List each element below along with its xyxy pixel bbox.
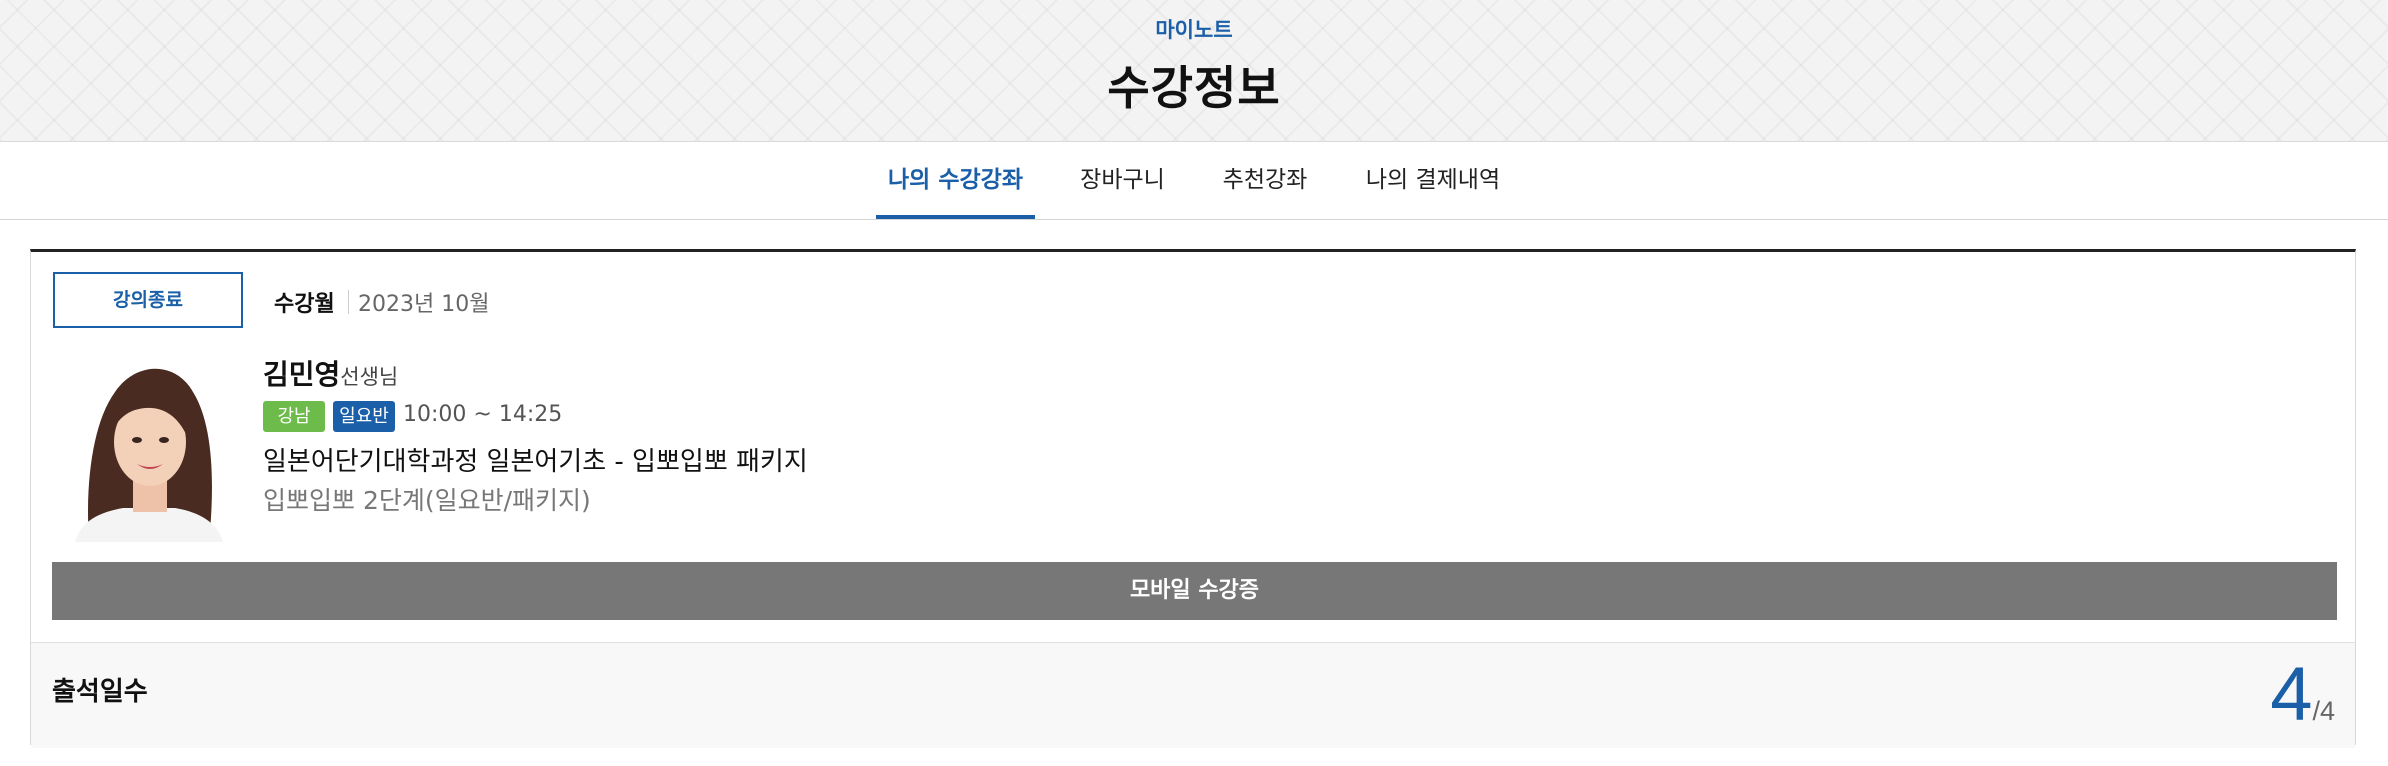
course-subtitle: 입뽀입뽀 2단계(일요반/패키지) bbox=[263, 486, 591, 515]
attendance-label: 출석일수 bbox=[52, 677, 148, 707]
class-time: 10:00 ~ 14:25 bbox=[403, 402, 563, 427]
course-title: 일본어단기대학과정 일본어기초 - 입뽀입뽀 패키지 bbox=[263, 447, 808, 477]
teacher-name-text: 김민영 bbox=[263, 358, 341, 391]
month-value: 2023년 10월 bbox=[358, 292, 490, 317]
attendance-total: /4 bbox=[2312, 696, 2335, 726]
attendance-row: 출석일수 4/4 bbox=[31, 642, 2355, 748]
tab-recommended[interactable]: 추천강좌 bbox=[1210, 142, 1320, 219]
page-title: 수강정보 bbox=[1107, 61, 1281, 115]
page-header-banner: 마이노트 수강정보 bbox=[0, 0, 2388, 142]
mobile-student-card-button[interactable]: 모바일 수강증 bbox=[52, 562, 2337, 620]
teacher-name: 김민영선생님 bbox=[263, 353, 398, 393]
teacher-title: 선생님 bbox=[340, 365, 399, 389]
tab-my-courses[interactable]: 나의 수강강좌 bbox=[876, 142, 1035, 219]
month-label: 수강월 bbox=[274, 292, 335, 317]
location-tag: 강남 bbox=[263, 401, 325, 432]
schedule-tag: 일요반 bbox=[333, 401, 395, 432]
tab-cart[interactable]: 장바구니 bbox=[1070, 142, 1175, 219]
tab-payment-history[interactable]: 나의 결제내역 bbox=[1358, 142, 1508, 219]
page-subtitle: 마이노트 bbox=[1155, 18, 1233, 42]
attendance-count: 4/4 bbox=[2270, 651, 2335, 738]
course-card: 강의종료 수강월 2023년 10월 김민영선생님 강남 일요반 10:00 ~… bbox=[30, 249, 2356, 748]
status-badge: 강의종료 bbox=[53, 272, 243, 328]
divider bbox=[348, 290, 349, 314]
teacher-photo bbox=[75, 352, 223, 542]
tab-bar: 나의 수강강좌 장바구니 추천강좌 나의 결제내역 bbox=[0, 142, 2388, 220]
attendance-number: 4 bbox=[2270, 652, 2313, 737]
